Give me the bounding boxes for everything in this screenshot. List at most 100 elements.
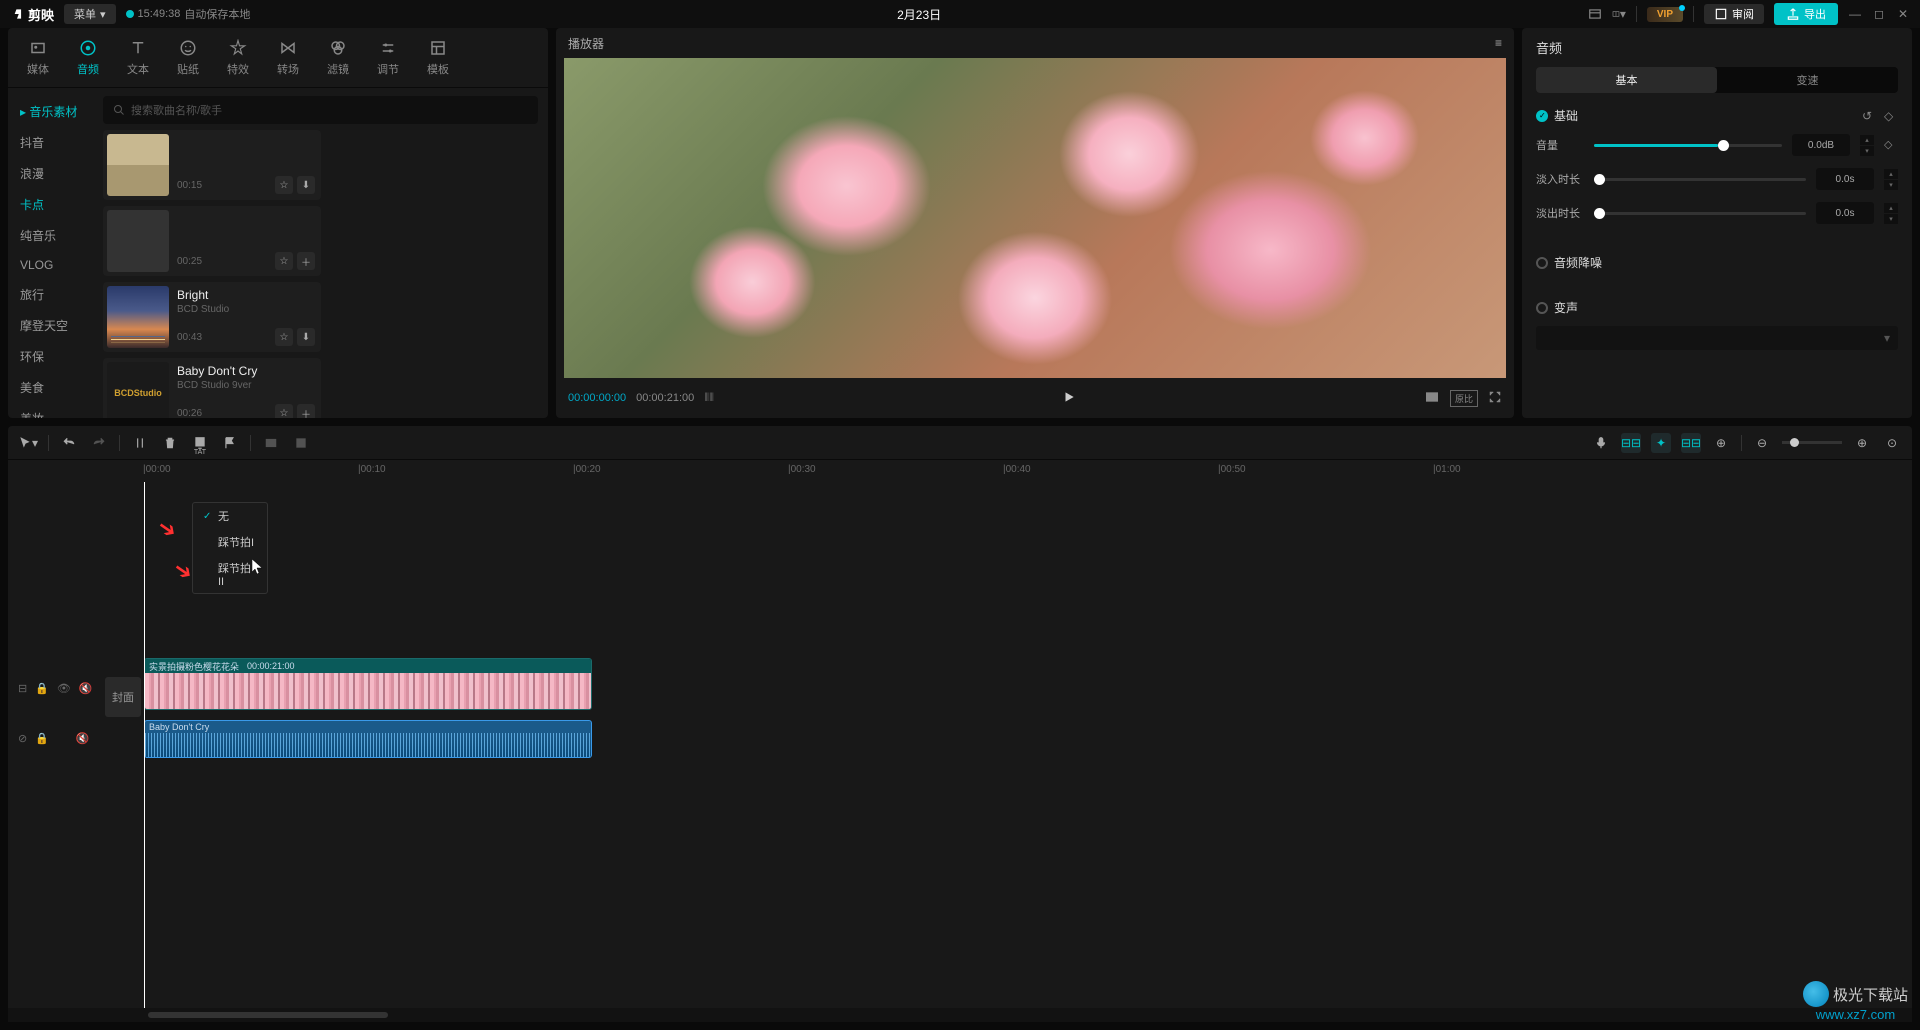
mic-icon[interactable] xyxy=(1591,433,1611,453)
category-item[interactable]: 纯音乐 xyxy=(8,220,93,251)
minimize-button[interactable]: — xyxy=(1848,7,1862,21)
favorite-button[interactable]: ☆ xyxy=(275,328,293,346)
tab-sticker[interactable]: 贴纸 xyxy=(163,28,213,87)
category-item[interactable]: 摩登天空 xyxy=(8,310,93,341)
download-button[interactable]: ⬇ xyxy=(297,176,315,194)
keyframe-icon[interactable]: ◇ xyxy=(1884,109,1898,123)
tab-transition[interactable]: 转场 xyxy=(263,28,313,87)
magnet-tool-2[interactable]: ✦ xyxy=(1651,433,1671,453)
menu-button[interactable]: 菜单 ▾ xyxy=(64,4,116,24)
undo-button[interactable] xyxy=(59,433,79,453)
video-clip[interactable]: 实景拍摄粉色樱花花朵00:00:21:00 xyxy=(144,658,592,710)
redo-button[interactable] xyxy=(89,433,109,453)
fadein-slider[interactable] xyxy=(1594,178,1806,181)
fullscreen-icon[interactable] xyxy=(1488,390,1502,407)
voice-checkbox[interactable] xyxy=(1536,302,1548,314)
timeline-tracks[interactable]: ✓无 踩节拍I 踩节拍II ➔ ➔ ⊟ 🔒 👁 🔇 ⊘ 🔒 🔇 封面 实景拍摄粉… xyxy=(8,482,1912,1008)
noise-checkbox[interactable] xyxy=(1536,257,1548,269)
tab-speed[interactable]: 变速 xyxy=(1717,67,1898,93)
category-item[interactable]: VLOG xyxy=(8,251,93,279)
audio-item[interactable]: 00:15☆⬇ xyxy=(103,130,321,200)
zoom-out-button[interactable]: ⊖ xyxy=(1752,433,1772,453)
track-lock-icon[interactable]: 🔒 xyxy=(35,732,49,745)
ratio-icon[interactable] xyxy=(1424,389,1440,408)
volume-slider[interactable] xyxy=(1594,144,1782,147)
magnet-tool-3[interactable]: ⊟⊟ xyxy=(1681,433,1701,453)
category-item[interactable]: 环保 xyxy=(8,341,93,372)
layout-icon-1[interactable] xyxy=(1588,7,1602,21)
original-icon[interactable]: 原比 xyxy=(1450,390,1478,407)
beat-tool[interactable]: TAT xyxy=(190,433,210,453)
fadeout-value[interactable]: 0.0s xyxy=(1816,202,1874,224)
category-item[interactable]: 美妆… xyxy=(8,403,93,418)
tab-audio[interactable]: 音频 xyxy=(63,28,113,87)
favorite-button[interactable]: ☆ xyxy=(275,176,293,194)
zoom-fit-button[interactable]: ⊙ xyxy=(1882,433,1902,453)
fadein-value[interactable]: 0.0s xyxy=(1816,168,1874,190)
pointer-tool[interactable]: ▾ xyxy=(18,433,38,453)
library-header[interactable]: ▸ 音乐素材 xyxy=(8,96,93,127)
fadeout-slider[interactable] xyxy=(1594,212,1806,215)
category-item[interactable]: 旅行 xyxy=(8,279,93,310)
category-item[interactable]: 浪漫 xyxy=(8,158,93,189)
scrollbar-thumb[interactable] xyxy=(148,1012,388,1018)
volume-keyframe-icon[interactable]: ◇ xyxy=(1884,138,1898,152)
preview-canvas[interactable] xyxy=(564,58,1506,378)
basic-checkbox[interactable] xyxy=(1536,110,1548,122)
tab-template[interactable]: 模板 xyxy=(413,28,463,87)
zoom-slider[interactable] xyxy=(1782,441,1842,444)
export-button[interactable]: 导出 xyxy=(1774,3,1838,25)
volume-value[interactable]: 0.0dB xyxy=(1792,134,1850,156)
category-item[interactable]: 卡点 xyxy=(8,189,93,220)
link-tool[interactable]: ⊕ xyxy=(1711,433,1731,453)
track-lock-icon[interactable]: 🔒 xyxy=(35,682,49,695)
category-item[interactable]: 美食 xyxy=(8,372,93,403)
delete-tool[interactable] xyxy=(160,433,180,453)
cover-button[interactable]: 封面 xyxy=(105,677,141,717)
reset-icon[interactable]: ↺ xyxy=(1862,109,1876,123)
close-button[interactable]: ✕ xyxy=(1896,7,1910,21)
audio-item[interactable]: BCDStudioBaby Don't CryBCD Studio 9ver00… xyxy=(103,358,321,418)
crop-tool[interactable] xyxy=(291,433,311,453)
tab-adjust[interactable]: 调节 xyxy=(363,28,413,87)
tab-text[interactable]: 文本 xyxy=(113,28,163,87)
dropdown-item-none[interactable]: ✓无 xyxy=(193,503,267,529)
play-button[interactable] xyxy=(1062,390,1076,407)
fadein-down[interactable]: ▾ xyxy=(1884,180,1898,190)
volume-up[interactable]: ▴ xyxy=(1860,135,1874,145)
voice-dropdown[interactable]: ▾ xyxy=(1536,326,1898,350)
category-item[interactable]: 抖音 xyxy=(8,127,93,158)
flag-tool[interactable] xyxy=(220,433,240,453)
zoom-in-button[interactable]: ⊕ xyxy=(1852,433,1872,453)
volume-down[interactable]: ▾ xyxy=(1860,146,1874,156)
favorite-button[interactable]: ☆ xyxy=(275,404,293,418)
fadeout-down[interactable]: ▾ xyxy=(1884,214,1898,224)
add-button[interactable]: ＋ xyxy=(297,404,315,418)
freeze-tool[interactable] xyxy=(261,433,281,453)
audio-item[interactable]: 00:25☆＋ xyxy=(103,206,321,276)
add-button[interactable]: ＋ xyxy=(297,252,315,270)
vip-badge[interactable]: VIP xyxy=(1647,7,1683,22)
tab-basic[interactable]: 基本 xyxy=(1536,67,1717,93)
fadeout-up[interactable]: ▴ xyxy=(1884,203,1898,213)
tab-filter[interactable]: 滤镜 xyxy=(313,28,363,87)
track-settings-icon[interactable]: ⊟ xyxy=(18,682,27,695)
tab-media[interactable]: 媒体 xyxy=(13,28,63,87)
list-icon[interactable]: ⦀⦀ xyxy=(704,392,714,405)
playhead[interactable] xyxy=(144,482,145,1008)
maximize-button[interactable]: ◻ xyxy=(1872,7,1886,21)
download-button[interactable]: ⬇ xyxy=(297,328,315,346)
tab-effect[interactable]: 特效 xyxy=(213,28,263,87)
split-tool[interactable] xyxy=(130,433,150,453)
layout-icon-2[interactable]: ▾ xyxy=(1612,7,1626,21)
review-button[interactable]: 审阅 xyxy=(1704,4,1764,24)
audio-clip[interactable]: Baby Don't Cry xyxy=(144,720,592,758)
timeline-scrollbar[interactable] xyxy=(8,1008,1912,1022)
favorite-button[interactable]: ☆ xyxy=(275,252,293,270)
dropdown-item-beat1[interactable]: 踩节拍I xyxy=(193,529,267,555)
search-input[interactable]: 搜索歌曲名称/歌手 xyxy=(103,96,538,124)
fadein-up[interactable]: ▴ xyxy=(1884,169,1898,179)
track-mute-icon[interactable]: 🔇 xyxy=(76,732,90,745)
track-visible-icon[interactable]: 👁 xyxy=(57,682,71,695)
audio-item[interactable]: BrightBCD Studio00:43☆⬇ xyxy=(103,282,321,352)
